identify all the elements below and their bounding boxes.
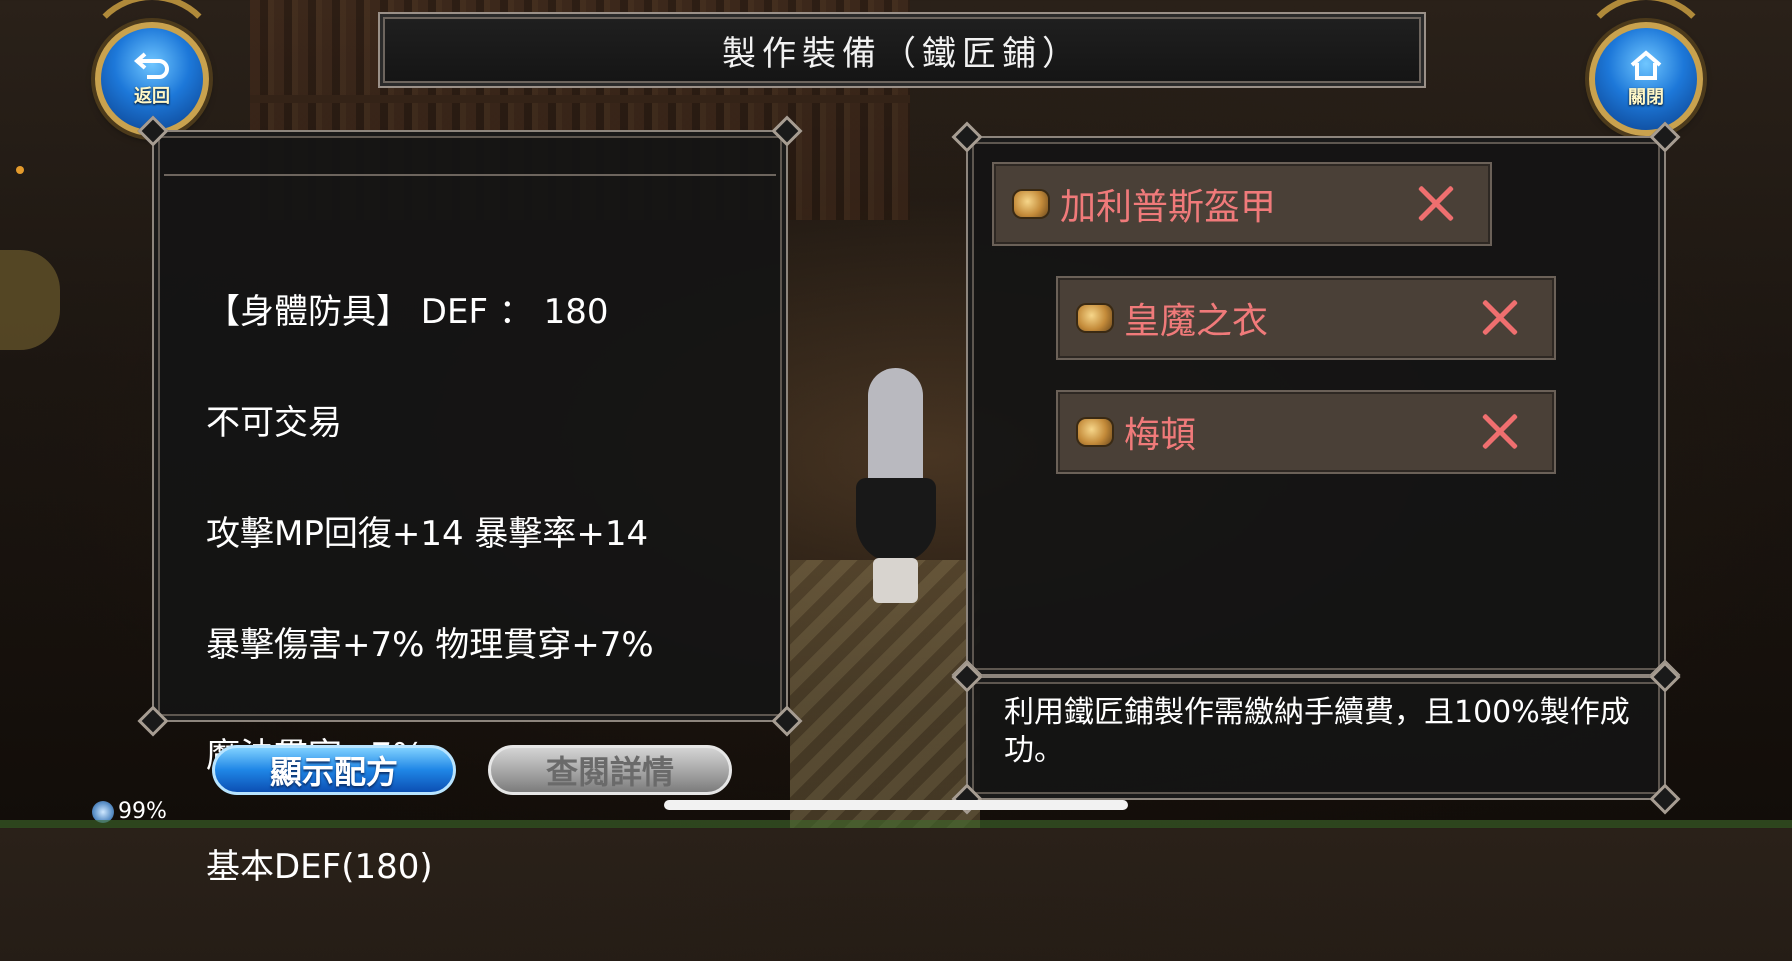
- material-name: 皇魔之衣: [1124, 301, 1269, 342]
- armor-scroll-icon: [1078, 419, 1112, 445]
- item-stats-text: 【身體防具】 DEF ： 180 不可交易 攻擊MP回復+14 暴擊率+14 暴…: [206, 220, 654, 960]
- close-button[interactable]: 關閉: [1589, 22, 1703, 136]
- note-panel: 利用鐵匠鋪製作需繳納手續費，且100%製作成功。: [951, 661, 1681, 815]
- material-row[interactable]: 皇魔之衣: [1056, 276, 1556, 360]
- close-button-label: 關閉: [1628, 87, 1664, 108]
- page-title: 製作裝備（鐵匠鋪）: [722, 33, 1082, 74]
- armor-scroll-icon: [1078, 305, 1112, 331]
- back-arrow-icon: [133, 52, 169, 79]
- stat-line: 【身體防具】 DEF ： 180: [206, 292, 609, 332]
- view-details-button[interactable]: 查閱詳情: [488, 745, 732, 795]
- home-indicator[interactable]: [664, 800, 1128, 810]
- material-row[interactable]: 加利普斯盔甲: [992, 162, 1492, 246]
- notification-dot: [16, 166, 24, 174]
- stat-line: 暴擊傷害+7% 物理貫穿+7%: [206, 625, 654, 665]
- close-x-icon[interactable]: [1480, 412, 1520, 452]
- materials-panel: 加利普斯盔甲 皇魔之衣 梅頓: [951, 121, 1681, 691]
- material-name: 梅頓: [1124, 415, 1197, 456]
- stat-line: 攻擊MP回復+14 暴擊率+14: [206, 514, 649, 554]
- close-x-icon[interactable]: [1480, 298, 1520, 338]
- home-icon: [1630, 50, 1662, 80]
- back-button-label: 返回: [134, 86, 170, 107]
- material-row[interactable]: 梅頓: [1056, 390, 1556, 474]
- material-name: 加利普斯盔甲: [1060, 187, 1277, 228]
- armor-scroll-icon: [1014, 191, 1048, 217]
- background-decor: [0, 250, 60, 350]
- item-stats-panel: 【身體防具】 DEF ： 180 不可交易 攻擊MP回復+14 暴擊率+14 暴…: [137, 115, 803, 886]
- player-character: [848, 368, 948, 603]
- close-x-icon[interactable]: [1416, 184, 1456, 224]
- title-bar: 製作裝備（鐵匠鋪）: [378, 12, 1426, 88]
- stat-line: 基本DEF(180): [206, 847, 433, 887]
- bottom-bar: [0, 820, 1792, 828]
- stat-line: 不可交易: [206, 403, 342, 443]
- show-recipe-button[interactable]: 顯示配方: [212, 745, 456, 795]
- crafting-note: 利用鐵匠鋪製作需繳納手續費，且100%製作成功。: [1004, 695, 1630, 768]
